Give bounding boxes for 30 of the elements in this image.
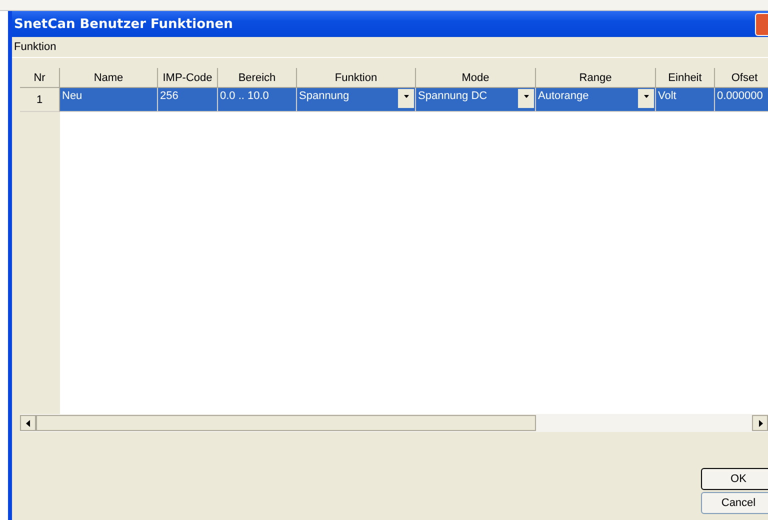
- window-title: SnetCan Benutzer Funktionen: [14, 16, 233, 32]
- left-arrow-icon: [26, 420, 30, 426]
- scroll-left-button[interactable]: [20, 415, 36, 431]
- column-header[interactable]: Range: [536, 68, 656, 88]
- table-cell: Volt: [656, 88, 715, 112]
- close-button[interactable]: [755, 12, 768, 36]
- menu-item[interactable]: Funktion: [12, 41, 58, 53]
- table-cell: 0.0 .. 10.0: [218, 88, 297, 112]
- dialog-button[interactable]: OK: [701, 468, 768, 490]
- row-header[interactable]: 1: [20, 88, 60, 112]
- column-header[interactable]: Ofset: [715, 68, 768, 88]
- table-cell: 0.000000: [715, 88, 768, 112]
- column-header[interactable]: Bereich: [218, 68, 297, 88]
- right-arrow-icon: [758, 420, 762, 426]
- dropdown-cell[interactable]: Spannung: [297, 88, 416, 112]
- column-header[interactable]: Einheit: [656, 68, 715, 88]
- dropdown-button[interactable]: [518, 89, 534, 108]
- column-header[interactable]: Funktion: [297, 68, 416, 88]
- table-cell: Neu: [60, 88, 158, 112]
- column-header[interactable]: Mode: [416, 68, 536, 88]
- column-header[interactable]: IMP-Code: [158, 68, 218, 88]
- column-header[interactable]: Nr: [20, 68, 60, 88]
- dropdown-button[interactable]: [638, 89, 654, 108]
- column-header[interactable]: Name: [60, 68, 158, 88]
- table-cell: 256: [158, 88, 218, 112]
- dropdown-cell[interactable]: Autorange: [536, 88, 656, 112]
- dropdown-button[interactable]: [398, 89, 414, 108]
- scroll-right-button[interactable]: [752, 415, 768, 431]
- dropdown-cell[interactable]: Spannung DC: [416, 88, 536, 112]
- dialog-button[interactable]: Cancel: [701, 492, 768, 514]
